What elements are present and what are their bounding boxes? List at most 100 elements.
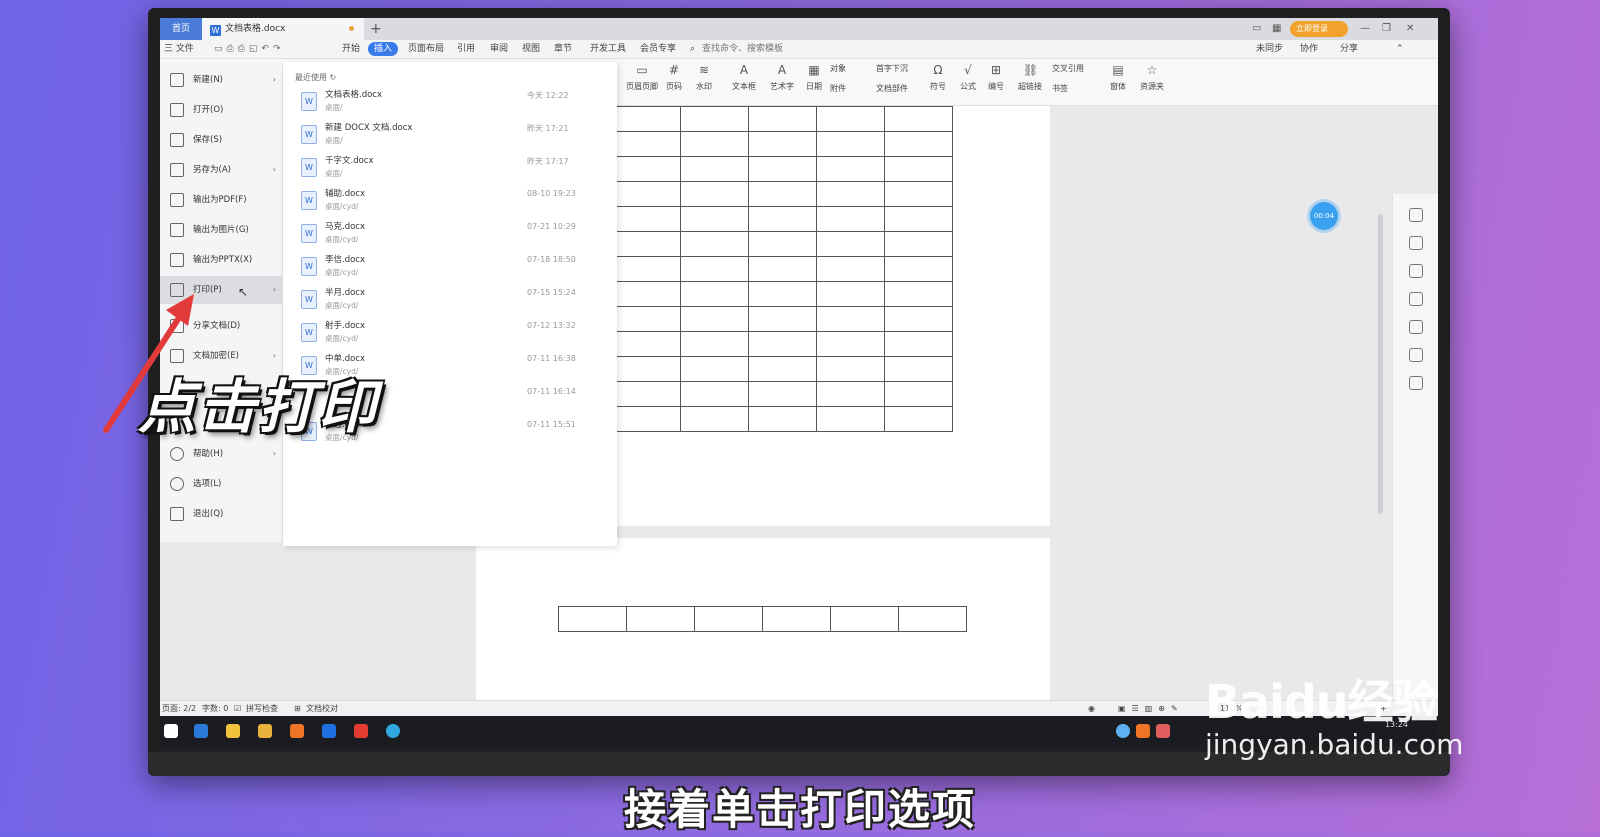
recent-file-item[interactable]: W 射手.docx 桌面/cyd/07-12 13:32 bbox=[283, 315, 617, 348]
menu-tab-section[interactable]: 章节 bbox=[554, 40, 572, 58]
cursor-icon[interactable] bbox=[1409, 264, 1423, 278]
recent-file-item[interactable]: W 新建 DOCX 文档.docx 桌面/昨天 17:21 bbox=[283, 117, 617, 150]
menu-tab-review[interactable]: 审阅 bbox=[490, 40, 508, 58]
watermark-logo: Baidu经验 bbox=[1205, 675, 1439, 729]
recording-timer: 00:04 bbox=[1310, 202, 1338, 230]
menu-tab-developer[interactable]: 开发工具 bbox=[590, 40, 626, 58]
right-tool-panel bbox=[1392, 194, 1438, 746]
tray-app-icon[interactable] bbox=[1116, 724, 1130, 738]
vertical-scrollbar[interactable] bbox=[1376, 194, 1386, 746]
menu-bar: 三 文件 ▭⎙⎙◱↶↷ 开始 插入 页面布局 引用 审阅 视图 章节 开发工具 … bbox=[160, 40, 1438, 59]
pen-icon[interactable] bbox=[1409, 236, 1423, 250]
proofread-button[interactable]: 文档校对 bbox=[306, 701, 338, 717]
menu-tab-insert[interactable]: 插入 bbox=[368, 42, 399, 56]
wordart-button[interactable]: A 艺术字 bbox=[770, 63, 794, 92]
tab-document[interactable]: W 文档表格.docx bbox=[202, 18, 364, 40]
minimize-icon[interactable]: — bbox=[1360, 18, 1370, 40]
proofread-icon[interactable]: ⊞ bbox=[294, 701, 301, 717]
command-search-input[interactable]: 查找命令、搜索模板 bbox=[702, 40, 783, 58]
menu-tab-references[interactable]: 引用 bbox=[457, 40, 475, 58]
recent-file-item[interactable]: W 文档表格.docx 桌面/今天 12:22 bbox=[283, 84, 617, 117]
eye-icon[interactable]: ◉ bbox=[1088, 701, 1095, 717]
menu-tab-view[interactable]: 视图 bbox=[522, 40, 540, 58]
crossref-bookmark-group[interactable]: 交叉引用 书签 bbox=[1052, 63, 1084, 94]
file-menu-export-pptx[interactable]: 输出为PPTX(X) bbox=[160, 246, 282, 274]
recent-file-item[interactable]: W 李信.docx 桌面/cyd/07-18 18:50 bbox=[283, 249, 617, 282]
page-indicator[interactable]: 页面: 2/2 bbox=[162, 701, 196, 717]
textbox-button[interactable]: A 文本框 bbox=[732, 63, 756, 92]
image-icon[interactable] bbox=[1409, 348, 1423, 362]
file-explorer-icon[interactable] bbox=[226, 724, 240, 738]
mail-icon[interactable] bbox=[194, 724, 208, 738]
file-menu-save[interactable]: 保存(S) bbox=[160, 126, 282, 154]
doc-table-page1[interactable] bbox=[612, 106, 953, 432]
close-icon[interactable]: ✕ bbox=[1406, 18, 1414, 40]
word-count[interactable]: 字数: 0 bbox=[202, 701, 228, 717]
browser-icon[interactable] bbox=[322, 724, 336, 738]
file-menu-open[interactable]: 打开(O) bbox=[160, 96, 282, 124]
recent-file-item[interactable]: W 千字文.docx 桌面/昨天 17:17 bbox=[283, 150, 617, 183]
object-attach-group[interactable]: 对象 附件 bbox=[830, 63, 846, 94]
recent-file-item[interactable]: W 马克.docx 桌面/cyd/07-21 10:29 bbox=[283, 216, 617, 249]
style-icon[interactable] bbox=[1409, 208, 1423, 222]
folder-open-icon bbox=[170, 103, 184, 117]
login-button[interactable]: 立即登录 bbox=[1290, 21, 1348, 37]
file-menu-new[interactable]: 新建(N) › bbox=[160, 66, 282, 94]
hyperlink-button[interactable]: ⛓ 超链接 bbox=[1018, 63, 1042, 92]
search-icon[interactable]: ⌕ bbox=[690, 40, 695, 58]
scrollbar-thumb[interactable] bbox=[1378, 214, 1383, 514]
exit-icon bbox=[170, 507, 184, 521]
tray-bear-icon[interactable] bbox=[1156, 724, 1170, 738]
date-button[interactable]: ▦ 日期 bbox=[806, 63, 822, 92]
file-menu-exit[interactable]: 退出(Q) bbox=[160, 500, 282, 528]
document-page-2[interactable] bbox=[476, 538, 1050, 700]
collab-button[interactable]: 协作 bbox=[1300, 40, 1318, 58]
settings-sliders-icon[interactable] bbox=[1409, 292, 1423, 306]
recent-file-item[interactable]: W 半月.docx 桌面/cyd/07-15 15:24 bbox=[283, 282, 617, 315]
symbol-button[interactable]: Ω 符号 bbox=[930, 63, 946, 92]
page-number-icon: # bbox=[668, 63, 680, 77]
baidu-watermark: Baidu经验 jingyan.baidu.com bbox=[1205, 666, 1463, 761]
doc-table-page2[interactable] bbox=[558, 606, 967, 632]
formula-button[interactable]: √ 公式 bbox=[960, 63, 976, 92]
word-file-icon: W bbox=[301, 191, 317, 210]
refresh-icon[interactable]: ↻ bbox=[330, 73, 337, 82]
file-menu-button[interactable]: 三 文件 bbox=[164, 40, 194, 58]
new-tab-plus-icon[interactable]: + bbox=[370, 18, 382, 40]
file-menu-export-pdf[interactable]: 输出为PDF(F) bbox=[160, 186, 282, 214]
view-mode-icons[interactable]: ▣☰▥⊕✎ bbox=[1118, 701, 1184, 717]
quick-access-icons[interactable]: ▭⎙⎙◱↶↷ bbox=[214, 40, 285, 58]
sync-status[interactable]: 未同步 bbox=[1256, 40, 1283, 58]
tab-home[interactable]: 首页 bbox=[160, 18, 202, 40]
layout-icon[interactable]: ▭ bbox=[1252, 18, 1261, 40]
menu-tab-start[interactable]: 开始 bbox=[342, 40, 360, 58]
location-icon[interactable] bbox=[1409, 376, 1423, 390]
windows-start-icon[interactable] bbox=[164, 724, 178, 738]
form-button[interactable]: ▤ 窗体 bbox=[1110, 63, 1126, 92]
recent-file-item[interactable]: W 辅助.docx 桌面/cyd/08-10 19:23 bbox=[283, 183, 617, 216]
collapse-ribbon-icon[interactable]: ⌃ bbox=[1396, 40, 1404, 58]
app-owl-icon[interactable] bbox=[258, 724, 272, 738]
file-menu-export-image[interactable]: 输出为图片(G) bbox=[160, 216, 282, 244]
grid-apps-icon[interactable]: ▦ bbox=[1272, 18, 1281, 40]
page-number-button[interactable]: # 页码 bbox=[666, 63, 682, 92]
menu-tab-member[interactable]: 会员专享 bbox=[640, 40, 676, 58]
edge-browser-icon[interactable] bbox=[386, 724, 400, 738]
spell-check-checkbox-icon[interactable]: ☑ bbox=[234, 701, 241, 717]
dropcap-parts-group[interactable]: 首字下沉 文档部件 bbox=[876, 63, 908, 94]
help-icon[interactable] bbox=[1409, 320, 1423, 334]
menu-tab-layout[interactable]: 页面布局 bbox=[408, 40, 444, 58]
resource-button[interactable]: ☆ 资源夹 bbox=[1140, 63, 1164, 92]
office-app-icon[interactable] bbox=[290, 724, 304, 738]
share-button[interactable]: 分享 bbox=[1340, 40, 1358, 58]
tray-office-icon[interactable] bbox=[1136, 724, 1150, 738]
file-menu-help[interactable]: 帮助(H) › bbox=[160, 440, 282, 468]
file-menu-save-as[interactable]: 另存为(A) › bbox=[160, 156, 282, 184]
header-footer-button[interactable]: ▭ 页眉页脚 bbox=[626, 63, 658, 92]
restore-icon[interactable]: ❐ bbox=[1382, 18, 1391, 40]
spell-check-toggle[interactable]: 拼写检查 bbox=[246, 701, 278, 717]
numbering-button[interactable]: ⊞ 编号 bbox=[988, 63, 1004, 92]
watermark-button[interactable]: ≋ 水印 bbox=[696, 63, 712, 92]
file-menu-options[interactable]: 选项(L) bbox=[160, 470, 282, 498]
wps-app-icon[interactable] bbox=[354, 724, 368, 738]
